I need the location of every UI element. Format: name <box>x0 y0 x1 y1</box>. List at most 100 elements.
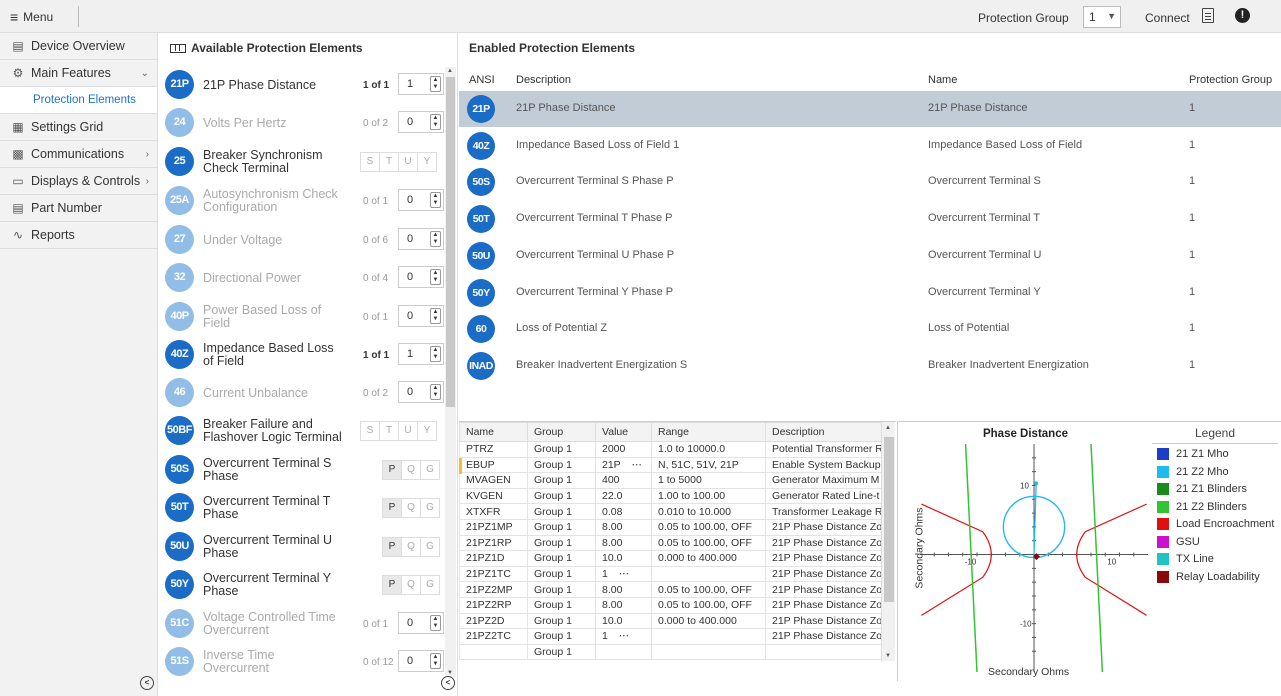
enabled-row-50u[interactable]: 50U Overcurrent Terminal U Phase P Overcur… <box>459 238 1281 274</box>
element-row-21p[interactable]: 21P 21P Phase Distance 1 of 1 1 ▲ ▼ <box>165 68 447 102</box>
legend-item[interactable]: TX Line <box>1157 553 1214 565</box>
stepper-arrows-icon[interactable]: ▲ ▼ <box>430 346 441 362</box>
sidebar-item-displays-controls[interactable]: ▭ Displays & Controls › <box>0 168 157 195</box>
table-cell[interactable]: 400 <box>595 472 652 489</box>
protection-group-select[interactable]: 1 ▼ <box>1083 6 1121 28</box>
phase-button-q[interactable]: Q <box>401 460 421 480</box>
quantity-stepper[interactable]: 1 ▲ ▼ <box>398 73 444 95</box>
table-cell[interactable]: 8.00 <box>595 534 652 552</box>
stepper-arrows-icon[interactable]: ▲ ▼ <box>430 76 441 92</box>
element-row-25[interactable]: 25 Breaker Synchronism Check Terminal S T U Y <box>165 145 447 179</box>
phase-button-p[interactable]: P <box>382 460 402 480</box>
collapse-sidebar-icon[interactable]: < <box>140 676 154 690</box>
column-header-group[interactable]: Group <box>527 422 596 442</box>
table-cell[interactable]: 2000 <box>595 441 652 458</box>
legend-item[interactable]: 21 Z2 Blinders <box>1157 500 1247 513</box>
column-header-value[interactable]: Value <box>595 422 652 442</box>
stepper-arrows-icon[interactable]: ▲ ▼ <box>430 231 441 247</box>
phase-button-q[interactable]: Q <box>401 498 421 518</box>
terminal-button-t[interactable]: T <box>379 152 399 172</box>
element-row-50bf[interactable]: 50BF Breaker Failure and Flashover Logic … <box>165 414 447 448</box>
enabled-row-21p[interactable]: 21P 21P Phase Distance 21P Phase Distance 1 <box>459 91 1281 127</box>
table-cell[interactable]: 22.0 <box>595 487 652 505</box>
table-row[interactable]: 21PZ2D Group 1 10.0 0.000 to 400.000 21P Pha… <box>459 612 890 630</box>
column-header-description[interactable]: Description <box>516 74 571 86</box>
terminal-button-s[interactable]: S <box>360 421 380 441</box>
table-row[interactable]: PTRZ Group 1 2000 1.0 to 10000.0 Potential T… <box>459 441 890 458</box>
quantity-stepper[interactable]: 0 ▲ ▼ <box>398 266 444 288</box>
stepper-arrows-icon[interactable]: ▲ ▼ <box>430 269 441 285</box>
element-row-51s[interactable]: 51S Inverse Time Overcurrent 0 of 12 0 ▲ ▼ <box>165 645 447 679</box>
table-row[interactable]: 21PZ2MP Group 1 8.00 0.05 to 100.00, OFF 21P… <box>459 581 890 598</box>
menu-button[interactable]: ≡ Menu <box>10 9 53 25</box>
legend-item[interactable]: 21 Z1 Blinders <box>1157 483 1247 495</box>
column-header-description[interactable]: Description <box>765 422 890 442</box>
phase-button-p[interactable]: P <box>382 537 402 557</box>
element-row-27[interactable]: 27 Under Voltage 0 of 6 0 ▲ ▼ <box>165 223 447 257</box>
column-header-group[interactable]: Protection Group <box>1189 74 1272 86</box>
terminal-button-t[interactable]: T <box>379 421 399 441</box>
element-row-25a[interactable]: 25A Autosynchronism Check Configuration 0 … <box>165 184 447 218</box>
table-cell[interactable]: 1 ⋯ <box>595 628 652 645</box>
more-options-icon[interactable]: ⋯ <box>629 459 643 471</box>
phase-button-q[interactable]: Q <box>401 537 421 557</box>
scroll-up-icon[interactable]: ▲ <box>885 425 891 431</box>
table-row[interactable]: MVAGEN Group 1 400 1 to 5000 Generator Maxim… <box>459 472 890 489</box>
scrollbar[interactable]: ▲ ▼ <box>445 67 456 677</box>
element-row-40z[interactable]: 40Z Impedance Based Loss of Field 1 of 1 1 ▲… <box>165 338 447 372</box>
column-header-range[interactable]: Range <box>651 422 766 442</box>
element-row-24[interactable]: 24 Volts Per Hertz 0 of 2 0 ▲ ▼ <box>165 106 447 140</box>
stepper-arrows-icon[interactable]: ▲ ▼ <box>430 308 441 324</box>
element-row-51c[interactable]: 51C Voltage Controlled Time Overcurrent 0 … <box>165 607 447 641</box>
scroll-down-icon[interactable]: ▼ <box>885 653 891 659</box>
phase-button-p[interactable]: P <box>382 575 402 595</box>
table-cell[interactable]: 10.0 <box>595 550 652 567</box>
table-cell[interactable]: 8.00 <box>595 581 652 598</box>
enabled-row-50t[interactable]: 50T Overcurrent Terminal T Phase P Overcur… <box>459 201 1281 237</box>
phase-button-g[interactable]: G <box>420 575 440 595</box>
quantity-stepper[interactable]: 0 ▲ ▼ <box>398 305 444 327</box>
table-cell[interactable]: 21P ⋯ <box>595 456 652 474</box>
table-row[interactable]: XTXFR Group 1 0.08 0.010 to 10.000 Transform… <box>459 503 890 520</box>
column-header-ansi[interactable]: ANSI <box>469 74 495 86</box>
sidebar-item-part-number[interactable]: ▤ Part Number <box>0 195 157 222</box>
more-options-icon[interactable]: ⋯ <box>616 630 630 642</box>
sidebar-item-communications[interactable]: ▩ Communications › <box>0 141 157 168</box>
phase-button-g[interactable]: G <box>420 537 440 557</box>
stepper-arrows-icon[interactable]: ▲ ▼ <box>430 384 441 400</box>
terminal-button-u[interactable]: U <box>398 421 418 441</box>
enabled-row-60[interactable]: 60 Loss of Potential Z Loss of Potential 1 <box>459 311 1281 347</box>
enabled-row-50s[interactable]: 50S Overcurrent Terminal S Phase P Overcur… <box>459 164 1281 200</box>
enabled-row-inad[interactable]: INAD Breaker Inadvertent Energization S Br… <box>459 348 1281 384</box>
terminal-button-u[interactable]: U <box>398 152 418 172</box>
table-row[interactable]: 21PZ2RP Group 1 8.00 0.05 to 100.00, OFF 21P… <box>459 596 890 614</box>
table-row[interactable]: 21PZ1D Group 1 10.0 0.000 to 400.000 21P Pha… <box>459 550 890 567</box>
table-row[interactable]: 21PZ1RP Group 1 8.00 0.05 to 100.00, OFF 21P… <box>459 534 890 552</box>
alert-icon[interactable]: ! <box>1235 8 1250 23</box>
element-row-50s[interactable]: 50S Overcurrent Terminal S Phase P Q G <box>165 453 447 487</box>
scrollbar[interactable]: ▲ ▼ <box>881 422 895 661</box>
sidebar-item-reports[interactable]: ∿ Reports <box>0 222 157 249</box>
scrollbar-thumb[interactable] <box>884 437 894 602</box>
enabled-row-40z[interactable]: 40Z Impedance Based Loss of Field 1 Impeda… <box>459 128 1281 164</box>
table-row[interactable]: EBUP Group 1 21P ⋯ N, 51C, 51V, 21P Enable S… <box>459 456 890 474</box>
table-cell[interactable]: 8.00 <box>595 596 652 614</box>
phase-button-q[interactable]: Q <box>401 575 421 595</box>
terminal-button-y[interactable]: Y <box>417 421 437 441</box>
legend-item[interactable]: 21 Z2 Mho <box>1157 465 1229 478</box>
legend-item[interactable]: GSU <box>1157 535 1200 548</box>
table-cell[interactable]: 10.0 <box>595 612 652 630</box>
phase-button-g[interactable]: G <box>420 460 440 480</box>
quantity-stepper[interactable]: 1 ▲ ▼ <box>398 343 444 365</box>
table-row[interactable]: Group 1 <box>459 643 890 661</box>
enabled-row-50y[interactable]: 50Y Overcurrent Terminal Y Phase P Overcur… <box>459 275 1281 311</box>
stepper-arrows-icon[interactable]: ▲ ▼ <box>430 192 441 208</box>
phase-button-g[interactable]: G <box>420 498 440 518</box>
stepper-arrows-icon[interactable]: ▲ ▼ <box>430 114 441 130</box>
table-cell[interactable]: 8.00 <box>595 518 652 536</box>
table-row[interactable]: 21PZ1MP Group 1 8.00 0.05 to 100.00, OFF 21P… <box>459 518 890 536</box>
element-row-46[interactable]: 46 Current Unbalance 0 of 2 0 ▲ ▼ <box>165 376 447 410</box>
quantity-stepper[interactable]: 0 ▲ ▼ <box>398 650 444 672</box>
sidebar-item-protection-elements[interactable]: Protection Elements <box>0 87 157 114</box>
stepper-arrows-icon[interactable]: ▲ ▼ <box>430 653 441 669</box>
